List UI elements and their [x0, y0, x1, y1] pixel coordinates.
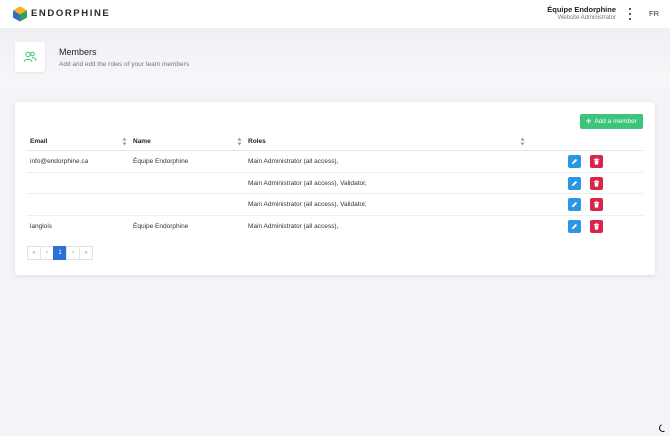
pencil-icon [571, 202, 578, 208]
edit-button[interactable] [568, 198, 581, 212]
kebab-menu-icon[interactable] [627, 8, 632, 20]
trash-icon [593, 201, 600, 209]
table-row: info@endorphine.ca Équipe Endorphine Mai… [27, 151, 643, 173]
edit-button[interactable] [568, 176, 581, 190]
trash-icon [593, 179, 600, 187]
member-email: langlois [30, 223, 53, 231]
sort-icon[interactable] [237, 137, 242, 146]
edit-button[interactable] [568, 155, 581, 168]
members-icon [23, 51, 37, 63]
page-title: Members [59, 47, 97, 57]
user-role: Website Administrator [557, 15, 616, 21]
delete-button[interactable] [590, 155, 603, 168]
page-header [0, 28, 670, 86]
column-header-email[interactable]: Email [30, 138, 47, 145]
pagination: « ‹ 1 › » [27, 246, 93, 260]
pagination-next[interactable]: › [66, 246, 80, 260]
column-header-roles[interactable]: Roles [248, 138, 266, 145]
user-name[interactable]: Équipe Endorphine [547, 5, 616, 14]
delete-button[interactable] [590, 176, 603, 190]
add-member-button[interactable]: + Add a member [580, 114, 643, 129]
member-name: Équipe Endorphine [133, 223, 189, 231]
member-name: Équipe Endorphine [133, 158, 189, 165]
edit-button[interactable] [568, 220, 581, 234]
table-header: Email Name Roles [27, 133, 643, 151]
table-row: Main Administrator (all access), Validat… [27, 194, 643, 217]
sort-icon[interactable] [520, 137, 525, 146]
table-row: Main Administrator (all access), Validat… [27, 173, 643, 195]
delete-button[interactable] [590, 220, 603, 234]
endorphine-logo-icon[interactable] [12, 6, 28, 22]
member-roles: Main Administrator (all access), [248, 223, 339, 231]
members-icon-box [15, 42, 45, 72]
member-roles: Main Administrator (all access), [248, 158, 339, 165]
top-bar: ENDORPHINE Équipe Endorphine Website Adm… [0, 0, 670, 28]
member-roles: Main Administrator (all access), Validat… [248, 201, 367, 209]
members-card: + Add a member Email Name Roles info@end… [15, 102, 655, 275]
table-row: langlois Équipe Endorphine Main Administ… [27, 216, 643, 238]
pencil-icon [571, 158, 578, 165]
trash-icon [593, 158, 600, 165]
pagination-page-current[interactable]: 1 [53, 246, 67, 260]
trash-icon [593, 223, 600, 230]
pagination-prev[interactable]: ‹ [40, 246, 54, 260]
member-email: info@endorphine.ca [30, 158, 89, 165]
page-subtitle: Add and edit the roles of your team memb… [59, 61, 190, 68]
language-switch[interactable]: FR [649, 9, 659, 18]
delete-button[interactable] [590, 198, 603, 212]
pagination-last[interactable]: » [79, 246, 93, 260]
member-roles: Main Administrator (all access), Validat… [248, 179, 367, 187]
add-member-label: Add a member [594, 118, 637, 125]
pagination-first[interactable]: « [27, 246, 41, 260]
column-header-name[interactable]: Name [133, 138, 151, 145]
plus-icon: + [586, 116, 592, 126]
pencil-icon [571, 223, 578, 230]
pencil-icon [571, 180, 578, 186]
sort-icon[interactable] [122, 137, 127, 146]
brand-name[interactable]: ENDORPHINE [31, 8, 110, 19]
members-table: Email Name Roles info@endorphine.ca Équi… [27, 133, 643, 238]
loading-spinner-icon [657, 422, 669, 434]
